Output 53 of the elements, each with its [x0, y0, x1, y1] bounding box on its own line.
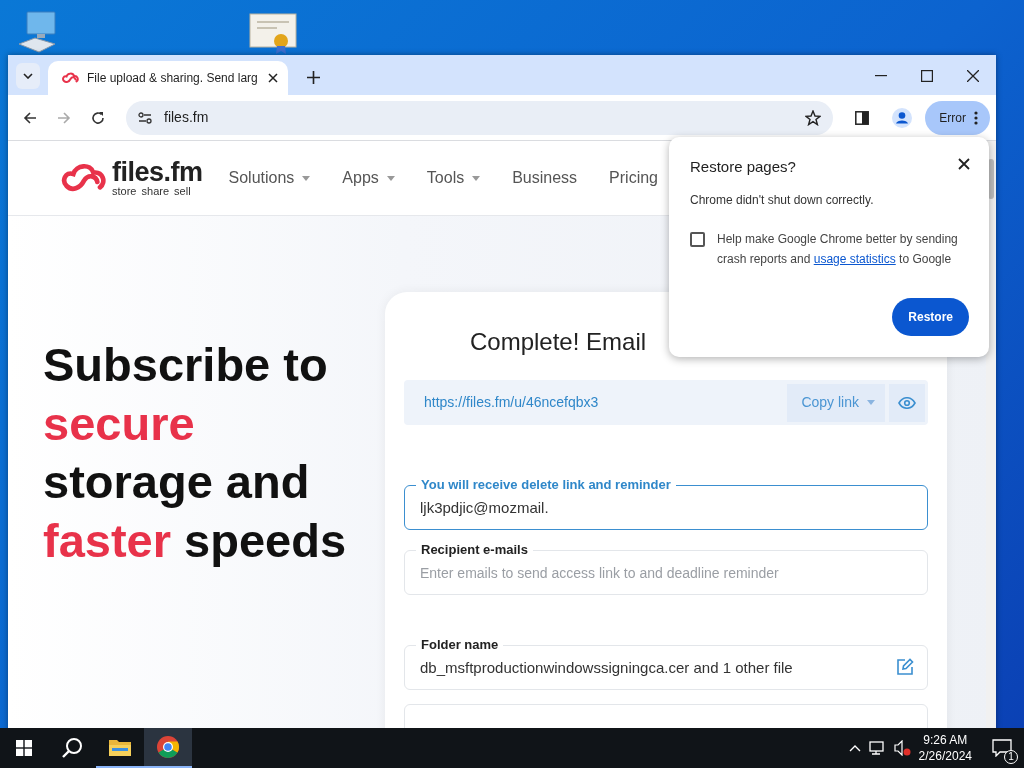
cloud-logo-icon: [62, 72, 79, 84]
nav-link[interactable]: Solutions: [228, 166, 311, 190]
hero-text: faster speeds: [43, 512, 347, 569]
hero-text: storage and: [43, 454, 311, 510]
clock-date[interactable]: 2/26/2024: [918, 748, 972, 764]
edit-icon[interactable]: [896, 658, 914, 676]
address-bar[interactable]: files.fm: [126, 100, 834, 135]
muted-speaker-icon[interactable]: [892, 740, 911, 756]
preview-button[interactable]: [889, 383, 925, 422]
windows-icon: [16, 740, 32, 756]
dialog-title: Restore pages?: [690, 157, 796, 177]
restore-button[interactable]: Restore: [892, 298, 969, 336]
cloud-logo-icon: [60, 162, 108, 194]
folder-icon: [109, 738, 131, 756]
star-icon[interactable]: [805, 109, 822, 126]
logo-tagline: store share sell: [112, 186, 192, 197]
close-icon[interactable]: [957, 157, 971, 171]
close-tab-icon[interactable]: [265, 71, 280, 85]
site-settings-icon[interactable]: [138, 111, 152, 124]
chrome-icon: [156, 735, 180, 759]
tab-search-button[interactable]: [16, 63, 40, 89]
profile-error-button[interactable]: Error: [925, 100, 990, 135]
checkbox[interactable]: [690, 232, 705, 247]
chevron-down-icon: [23, 73, 33, 79]
nav-link[interactable]: Business: [512, 166, 578, 190]
consent-text: Help make Google Chrome better by sending crash reports and usage statistics to Google: [717, 231, 959, 268]
chrome-button[interactable]: [144, 728, 192, 768]
eye-icon: [898, 396, 916, 409]
logo-name: files.fm: [112, 159, 203, 186]
network-icon[interactable]: [868, 740, 887, 756]
hero-text: secure: [43, 395, 196, 452]
field-label: Recipient e-mails: [416, 542, 533, 558]
caret-icon: [386, 175, 395, 181]
dialog-message: Chrome didn't shut down correctly.: [690, 192, 875, 209]
search-icon: [61, 737, 83, 759]
browser-tab[interactable]: File upload & sharing. Send larg: [48, 61, 288, 95]
caret-icon: [867, 400, 875, 405]
hero-text: Subscribe to: [43, 337, 329, 393]
clock-time[interactable]: 9:26 AM: [918, 732, 972, 748]
share-link[interactable]: https://files.fm/u/46ncefqbx3: [424, 392, 788, 413]
caret-icon: [472, 175, 481, 181]
caret-icon: [302, 175, 311, 181]
tab-title: File upload & sharing. Send larg: [87, 70, 258, 87]
nav-link[interactable]: Pricing: [609, 166, 658, 190]
chevron-up-icon[interactable]: [848, 744, 861, 752]
address-text: files.fm: [164, 108, 210, 127]
certificate-icon[interactable]: [249, 13, 297, 55]
notifications-button[interactable]: 1: [980, 728, 1024, 768]
notification-count: 1: [1004, 750, 1018, 764]
card-title: Complete! Email: [470, 327, 647, 357]
nav-link[interactable]: Apps: [342, 166, 395, 190]
usage-statistics-link[interactable]: usage statistics: [813, 252, 896, 266]
nav-link[interactable]: Tools: [426, 166, 481, 190]
